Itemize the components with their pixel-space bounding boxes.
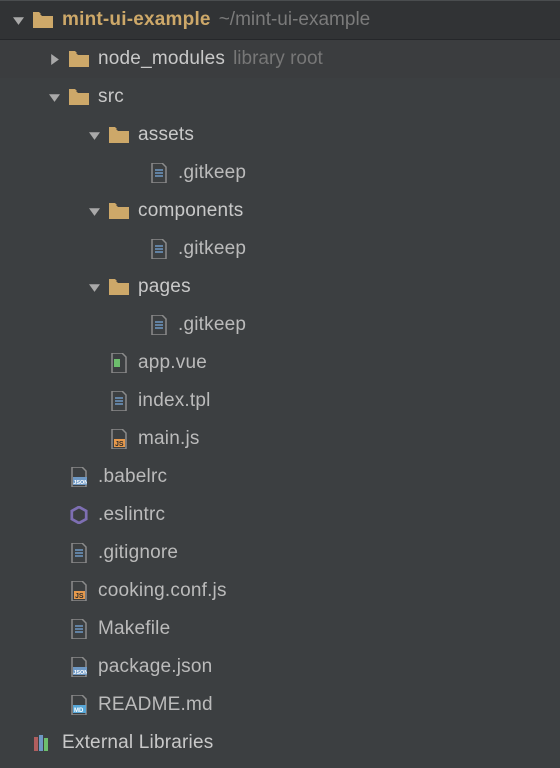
tree-row-src[interactable]: src <box>0 78 560 116</box>
label-index-tpl: index.tpl <box>138 390 211 412</box>
label-external-libs: External Libraries <box>62 732 213 754</box>
file-icon <box>108 390 130 412</box>
label-components: components <box>138 200 244 222</box>
tree-row-components-gitkeep[interactable]: · .gitkeep <box>0 230 560 268</box>
tree-row-babelrc[interactable]: · JSON .babelrc <box>0 458 560 496</box>
tree-row-makefile[interactable]: · Makefile <box>0 610 560 648</box>
chevron-down-icon[interactable] <box>80 206 108 217</box>
html-file-icon <box>108 352 130 374</box>
file-icon <box>148 162 170 184</box>
svg-text:JSON: JSON <box>73 480 87 486</box>
tree-row-index-tpl[interactable]: · index.tpl <box>0 382 560 420</box>
label-babelrc: .babelrc <box>98 466 167 488</box>
label-src: src <box>98 86 124 108</box>
chevron-down-icon[interactable] <box>40 92 68 103</box>
chevron-down-icon[interactable] <box>4 15 32 26</box>
folder-icon <box>108 276 130 298</box>
label-pages: pages <box>138 276 191 298</box>
chevron-right-icon[interactable] <box>40 54 68 65</box>
eslint-icon <box>68 504 90 526</box>
file-icon <box>148 238 170 260</box>
label-package-json: package.json <box>98 656 212 678</box>
json-file-icon: JSON <box>68 466 90 488</box>
root-name: mint-ui-example <box>62 9 211 31</box>
js-file-icon: JS <box>108 428 130 450</box>
tree-row-external-libraries[interactable]: · External Libraries <box>0 724 560 762</box>
tree-row-components[interactable]: components <box>0 192 560 230</box>
folder-icon <box>108 200 130 222</box>
svg-text:MD: MD <box>74 708 84 714</box>
tree-row-eslintrc[interactable]: · .eslintrc <box>0 496 560 534</box>
label-main-js: main.js <box>138 428 200 450</box>
label-gitkeep: .gitkeep <box>178 162 246 184</box>
folder-icon <box>32 9 54 31</box>
libraries-icon <box>32 732 54 754</box>
folder-icon <box>68 48 90 70</box>
svg-text:JSON: JSON <box>73 670 87 676</box>
label-gitkeep: .gitkeep <box>178 314 246 336</box>
label-gitignore: .gitignore <box>98 542 178 564</box>
label-eslintrc: .eslintrc <box>98 504 165 526</box>
js-file-icon: JS <box>68 580 90 602</box>
tree-row-root[interactable]: mint-ui-example ~/mint-ui-example <box>0 0 560 40</box>
label-assets: assets <box>138 124 194 146</box>
tree-row-assets[interactable]: assets <box>0 116 560 154</box>
tree-row-cooking-conf[interactable]: · JS cooking.conf.js <box>0 572 560 610</box>
tree-row-pages-gitkeep[interactable]: · .gitkeep <box>0 306 560 344</box>
file-icon <box>148 314 170 336</box>
chevron-down-icon[interactable] <box>80 282 108 293</box>
root-path: ~/mint-ui-example <box>219 9 371 31</box>
svg-text:JS: JS <box>75 593 84 600</box>
chevron-down-icon[interactable] <box>80 130 108 141</box>
json-file-icon: JSON <box>68 656 90 678</box>
file-icon <box>68 542 90 564</box>
file-icon <box>68 618 90 640</box>
label-gitkeep: .gitkeep <box>178 238 246 260</box>
label-app-vue: app.vue <box>138 352 207 374</box>
tree-row-gitignore[interactable]: · .gitignore <box>0 534 560 572</box>
label-readme: README.md <box>98 694 213 716</box>
tree-row-package-json[interactable]: · JSON package.json <box>0 648 560 686</box>
label-library-root: library root <box>233 48 323 70</box>
tree-row-readme[interactable]: · MD README.md <box>0 686 560 724</box>
svg-text:JS: JS <box>115 441 124 448</box>
tree-row-app-vue[interactable]: · app.vue <box>0 344 560 382</box>
label-node-modules: node_modules <box>98 48 225 70</box>
folder-icon <box>68 86 90 108</box>
tree-row-assets-gitkeep[interactable]: · .gitkeep <box>0 154 560 192</box>
label-cooking: cooking.conf.js <box>98 580 227 602</box>
folder-icon <box>108 124 130 146</box>
tree-row-main-js[interactable]: · JS main.js <box>0 420 560 458</box>
tree-row-pages[interactable]: pages <box>0 268 560 306</box>
tree-row-node-modules[interactable]: node_modules library root <box>0 40 560 78</box>
project-tree[interactable]: mint-ui-example ~/mint-ui-example node_m… <box>0 0 560 768</box>
label-makefile: Makefile <box>98 618 170 640</box>
markdown-file-icon: MD <box>68 694 90 716</box>
